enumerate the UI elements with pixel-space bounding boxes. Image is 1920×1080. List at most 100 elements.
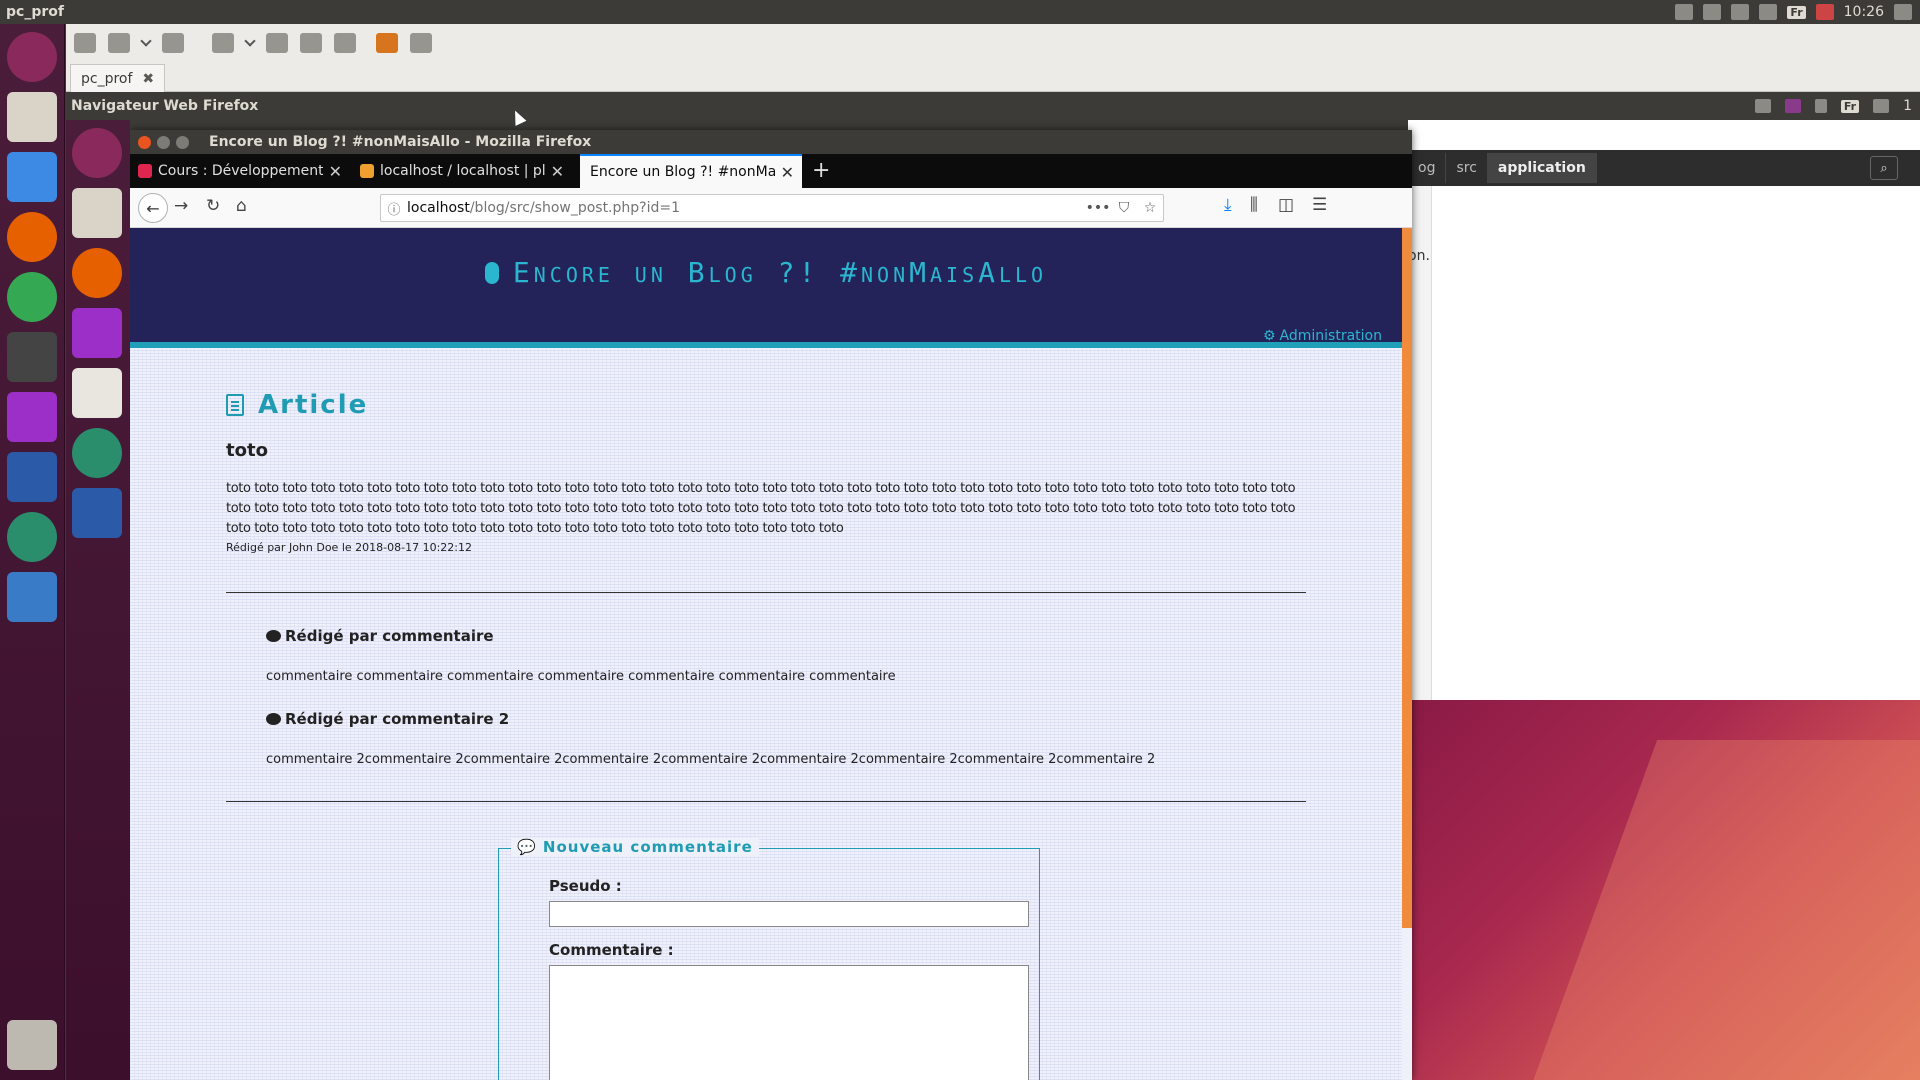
site-brand[interactable]: Encore un Blog ?! #nonMaisAllo (130, 256, 1402, 289)
remote-keyboard-indicator[interactable]: Fr (1840, 99, 1860, 113)
host-window-title: pc_prof (6, 4, 64, 20)
remote-firefox-icon[interactable] (72, 248, 122, 298)
url-bar[interactable]: ⓘ localhost/blog/src/show_post.php?id=1 … (380, 194, 1164, 222)
new-comment-form: 💬 Nouveau commentaire Pseudo : Commentai… (498, 838, 1040, 1080)
zoom-icon[interactable] (212, 33, 234, 53)
tab-label: Cours : Développement (158, 163, 323, 179)
breadcrumb-item-current[interactable]: application (1487, 153, 1597, 183)
breadcrumb-item[interactable]: src (1446, 153, 1488, 183)
ubuntu-dash-icon[interactable] (7, 32, 57, 82)
comment-textarea[interactable] (549, 965, 1029, 1080)
close-tab-icon[interactable]: ✕ (329, 162, 342, 181)
comment-text: commentaire commentaire commentaire comm… (266, 669, 896, 684)
site-info-icon[interactable]: ⓘ (381, 199, 407, 218)
page-scrollbar[interactable] (1402, 228, 1412, 1080)
remote-files-icon[interactable] (72, 188, 122, 238)
url-path: /blog/src/show_post.php?id=1 (469, 200, 681, 216)
transfer-icon[interactable] (1759, 4, 1778, 20)
remote-transfer-icon[interactable] (1814, 99, 1827, 113)
fit-window-icon[interactable] (108, 33, 130, 53)
remote-text-editor-icon[interactable] (72, 368, 122, 418)
tab-phpmyadmin[interactable]: localhost / localhost | pl ✕ (352, 154, 572, 188)
settings-gear-icon[interactable] (1894, 4, 1912, 20)
tab-pc-prof[interactable]: pc_prof ✖ (70, 64, 166, 92)
hamburger-menu-icon[interactable]: ☰ (1312, 195, 1327, 215)
remote-atom-icon[interactable] (72, 428, 122, 478)
sublime-text-icon[interactable] (7, 332, 57, 382)
remote-phpstorm-icon[interactable] (72, 308, 122, 358)
remote-app-title: Navigateur Web Firefox (71, 98, 259, 114)
administration-link[interactable]: ⚙ Administration (1263, 328, 1382, 344)
dropbox-app-icon[interactable] (7, 152, 57, 202)
divider (226, 801, 1306, 802)
remote-screen-icon[interactable] (1784, 99, 1801, 113)
sidebar-toggle-icon[interactable]: ◫ (1278, 195, 1294, 215)
remote-clock[interactable]: 1 (1903, 98, 1912, 114)
home-icon[interactable]: ⌂ (236, 196, 247, 216)
minimize-remote-icon[interactable] (376, 33, 398, 53)
reload-icon[interactable]: ↻ (206, 196, 220, 216)
search-icon[interactable]: ⌕ (1870, 156, 1898, 180)
new-tab-plus-icon[interactable]: + (812, 158, 830, 183)
chevron-down-icon-2[interactable] (244, 35, 256, 47)
remote-ubuntu-dash-icon[interactable] (72, 128, 122, 178)
network-icon[interactable] (1675, 4, 1694, 20)
background-browser-window[interactable]: og src application ⌕ on. (1408, 120, 1920, 700)
tab-cours[interactable]: Cours : Développement ✕ (130, 154, 350, 188)
host-clock[interactable]: 10:26 (1844, 4, 1884, 20)
library-icon[interactable]: ⫼ (1250, 195, 1258, 215)
keyboard-grab-icon[interactable] (266, 33, 288, 53)
chrome-icon[interactable] (7, 272, 57, 322)
disconnect-icon[interactable] (410, 33, 432, 53)
background-breadcrumb-bar: og src application ⌕ (1408, 150, 1920, 186)
forward-arrow-icon[interactable]: → (174, 196, 188, 216)
close-tab-icon[interactable]: ✕ (551, 162, 564, 181)
network-icon-2[interactable] (1703, 4, 1722, 20)
keyboard-layout-indicator[interactable]: Fr (1787, 5, 1806, 19)
form-legend-text: Nouveau commentaire (542, 838, 753, 856)
breadcrumb-item[interactable]: og (1408, 153, 1447, 183)
tab-blog[interactable]: Encore un Blog ?! #nonMai ✕ (580, 154, 802, 188)
volume-muted-icon[interactable] (1815, 4, 1834, 20)
tools-icon[interactable] (334, 33, 356, 53)
atom-icon[interactable] (7, 512, 57, 562)
remote-vscode-icon[interactable] (72, 488, 122, 538)
trash-icon[interactable] (7, 1020, 57, 1070)
host-top-panel: pc_prof Fr 10:26 (0, 0, 1920, 24)
vscode-icon[interactable] (7, 452, 57, 502)
close-tab-icon[interactable]: ✕ (781, 163, 794, 182)
minimize-window-button[interactable] (157, 135, 170, 149)
scrollbar-thumb[interactable] (1402, 228, 1412, 928)
administration-label: Administration (1279, 328, 1382, 344)
back-arrow-icon[interactable]: ← (138, 193, 168, 223)
comment-item: Rédigé par commentaire commentaire comme… (266, 627, 1306, 684)
remote-volume-icon[interactable] (1873, 99, 1890, 113)
bookmark-star-icon[interactable]: ☆ (1137, 200, 1163, 216)
remote-network-icon[interactable] (1754, 99, 1771, 113)
close-window-button[interactable] (138, 135, 151, 149)
url-text[interactable]: localhost/blog/src/show_post.php?id=1 (407, 200, 1085, 216)
download-icon[interactable]: ⤓ (1224, 195, 1232, 215)
firefox-icon[interactable] (7, 212, 57, 262)
pseudo-input[interactable] (549, 901, 1029, 927)
files-icon[interactable] (7, 92, 57, 142)
remmina-icon[interactable] (7, 572, 57, 622)
firefox-nav-bar: ← → ↻ ⌂ ⓘ localhost/blog/src/show_post.p… (130, 188, 1412, 228)
chevron-down-icon[interactable] (140, 35, 152, 47)
openclassrooms-favicon-icon (138, 164, 152, 178)
site-brand-text: Encore un Blog ?! #nonMaisAllo (512, 256, 1048, 289)
more-actions-icon[interactable]: ••• (1085, 200, 1111, 216)
dropbox-icon[interactable] (1731, 4, 1750, 20)
section-title: Article (258, 390, 369, 420)
maximize-window-button[interactable] (176, 135, 189, 149)
preferences-icon[interactable] (300, 33, 322, 53)
remote-desktop-window: pc_prof ✖ Navigateur Web Firefox Fr 1 (66, 24, 1920, 120)
remote-system-tray: Fr 1 (1754, 92, 1920, 120)
phpstorm-icon[interactable] (7, 392, 57, 442)
pocket-icon[interactable]: ⛉ (1111, 200, 1137, 216)
pseudo-label: Pseudo : (549, 877, 622, 895)
scale-icon[interactable] (162, 33, 184, 53)
phpmyadmin-favicon-icon (360, 164, 374, 178)
fullscreen-icon[interactable] (74, 33, 96, 53)
close-icon[interactable]: ✖ (142, 71, 154, 87)
